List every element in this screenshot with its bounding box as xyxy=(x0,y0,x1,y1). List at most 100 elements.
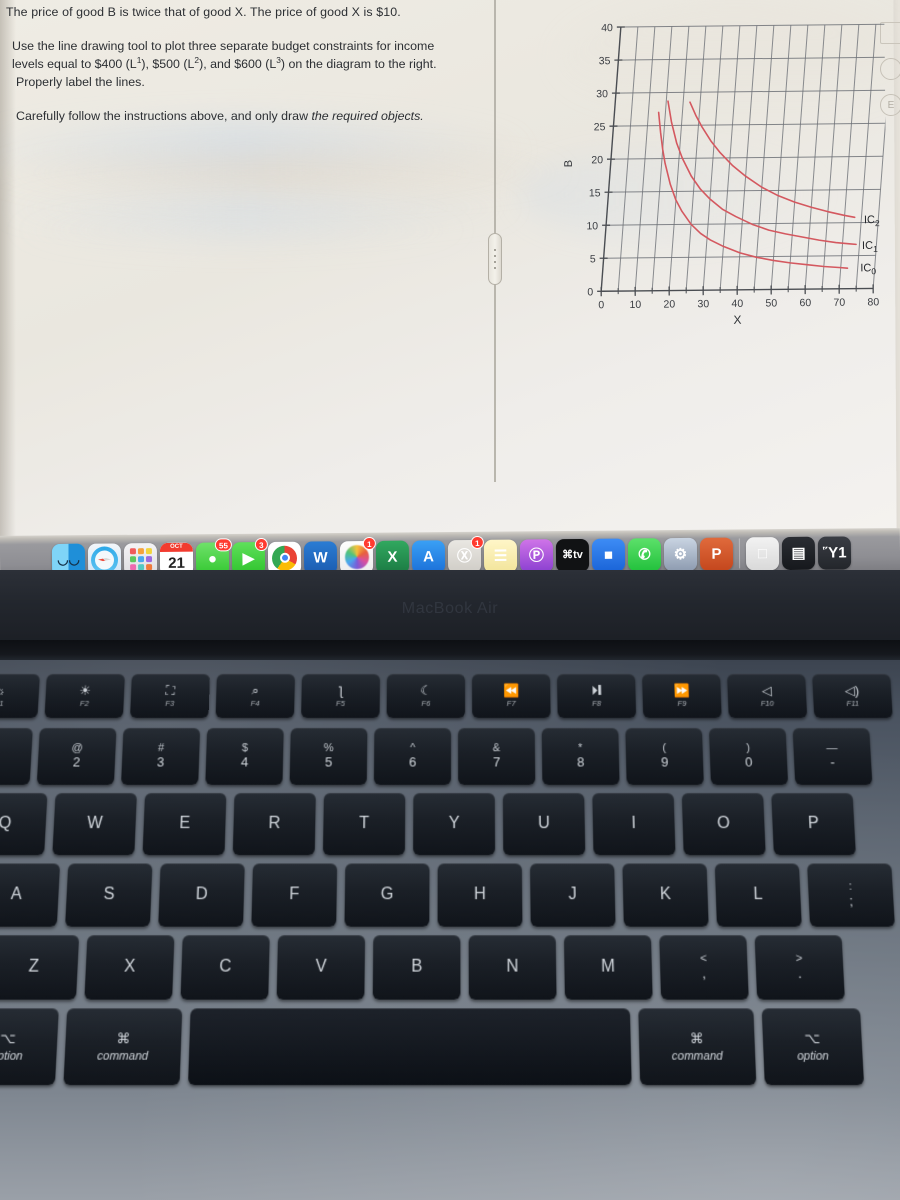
key-space[interactable] xyxy=(188,1008,632,1086)
keyboard-home-row[interactable]: A S D F G H J K L:; xyxy=(0,863,900,928)
key-option-left[interactable]: ⌥ option xyxy=(0,1008,59,1086)
key-f11-label: F11 xyxy=(846,698,860,708)
keyboard-bottom-letter-row[interactable]: Z X C V B N M <, >. xyxy=(0,935,900,1002)
svg-text:10: 10 xyxy=(586,220,598,232)
key-f[interactable]: F xyxy=(251,863,338,927)
key-4-shift-label: $ xyxy=(241,742,249,755)
key-o[interactable]: O xyxy=(681,793,766,856)
key-w[interactable]: W xyxy=(52,793,137,856)
key-c[interactable]: C xyxy=(180,935,270,1000)
key-command-left[interactable]: ⌘ command xyxy=(63,1008,183,1086)
key-f11[interactable]: ◁) F11 xyxy=(812,673,893,718)
svg-text:0: 0 xyxy=(587,286,593,298)
dock-item-powerpoint[interactable]: P xyxy=(699,536,734,577)
key-a[interactable]: A xyxy=(0,863,61,927)
dock-item-photos[interactable]: 1 xyxy=(339,536,376,574)
key-i[interactable]: I xyxy=(592,793,676,856)
key-2[interactable]: @2 xyxy=(36,728,117,785)
svg-text:25: 25 xyxy=(594,121,606,133)
key-command-right-label: command xyxy=(671,1049,723,1064)
key-0[interactable]: ) 0 xyxy=(708,728,789,785)
key-j[interactable]: J xyxy=(530,863,616,927)
key-f8-label: F8 xyxy=(592,698,602,708)
key-g[interactable]: G xyxy=(344,863,430,927)
closing-sentence-b: the required objects. xyxy=(311,108,424,123)
key-v[interactable]: V xyxy=(276,935,366,1000)
key-f9[interactable]: ⏩ F9 xyxy=(642,673,722,718)
key-w-label: W xyxy=(86,814,103,833)
key-l[interactable]: L xyxy=(714,863,802,927)
dock-item-xbox[interactable]: Ⓧ 1 xyxy=(447,535,484,573)
key-h[interactable]: H xyxy=(437,863,523,927)
key-4[interactable]: $4 xyxy=(205,728,284,785)
brightness-up-icon: ☀ xyxy=(78,682,92,698)
key-b[interactable]: B xyxy=(372,935,461,1000)
pane-divider-handle[interactable] xyxy=(488,233,502,285)
keyboard-qwerty-row[interactable]: Q W E R TYUIOP xyxy=(0,793,885,857)
key-6[interactable]: ^ 6 xyxy=(373,728,452,785)
key-r[interactable]: R xyxy=(232,793,316,856)
key-r-label: R xyxy=(268,814,281,833)
key-z[interactable]: Z xyxy=(0,935,80,1000)
key-f2[interactable]: ☀ F2 xyxy=(44,673,125,718)
key-f1[interactable]: ☼ F1 xyxy=(0,673,40,718)
key-f7[interactable]: ⏪ F7 xyxy=(472,673,551,718)
key-t[interactable]: T xyxy=(322,793,406,856)
dock-item-apple-tv[interactable]: ⌘tv xyxy=(555,538,590,572)
key-command-right[interactable]: ⌘ command xyxy=(638,1008,757,1086)
key-u[interactable]: U xyxy=(502,793,586,856)
key-d[interactable]: D xyxy=(158,863,245,927)
key-8[interactable]: * 8 xyxy=(541,728,620,785)
keyboard-modifier-row[interactable]: ⌥ option ⌘ command ⌘ command ⌥ option xyxy=(0,1008,900,1087)
dock-item-app-store[interactable]: A xyxy=(411,539,446,574)
key-7[interactable]: & 7 xyxy=(458,728,536,785)
dock-item-trash[interactable]: Ὕ1 xyxy=(817,535,852,570)
key-f5[interactable]: ƪ F5 xyxy=(301,673,380,718)
key-f4[interactable]: ⌕ F4 xyxy=(215,673,295,718)
key-minus[interactable]: — - xyxy=(792,728,873,785)
key-e[interactable]: E xyxy=(142,793,227,856)
key-semicolon[interactable]: :; xyxy=(807,863,895,927)
chart-svg: 0 5 10 15 20 25 30 35 40 0 10 20 30 40 50 60 70 80 X B IC2 IC… xyxy=(563,22,888,327)
key-x[interactable]: X xyxy=(84,935,175,1000)
key-command-left-label: command xyxy=(96,1049,149,1064)
dock-item-system-preferences[interactable]: ⚙ xyxy=(663,537,698,577)
key-s[interactable]: S xyxy=(65,863,153,927)
key-n-label: N xyxy=(506,957,519,976)
key-f8[interactable]: ⏵❙ F8 xyxy=(557,673,637,718)
key-z-label: Z xyxy=(28,957,40,976)
dock-item-notes[interactable]: ☰ xyxy=(483,539,518,578)
dock-item-minimized-window-1[interactable]: □ xyxy=(745,536,780,570)
keyboard-function-row[interactable]: ☼ F1 ☀ F2 ⛶ F3 ⌕ F4 ƪ F5 ☾ F6 ⏪ F7 ⏵❙ F8 ⏩ F9 ◁ F10 ◁) F11 xyxy=(0,673,893,720)
key-option-right[interactable]: ⌥ option xyxy=(761,1008,865,1086)
keyboard-number-row[interactable]: !1@2#3$4%5^6&7*8(9)0—- xyxy=(0,728,873,787)
key-f3[interactable]: ⛶ F3 xyxy=(130,673,210,718)
dock-item-minimized-window-2[interactable]: ▤ xyxy=(781,536,816,570)
key-6-shift-label: ^ xyxy=(409,742,416,755)
dock-item-whatsapp[interactable]: ✆ xyxy=(627,537,662,577)
keyboard[interactable]: ☼F1☀F2⛶F3⌕F4ƪF5☾F6⏪F7⏵❙F8⏩F9◁F10◁)F11 !1… xyxy=(0,672,900,1200)
key-period[interactable]: >. xyxy=(754,935,845,1000)
key-f6[interactable]: ☾ F6 xyxy=(386,673,466,718)
key-3[interactable]: #3 xyxy=(121,728,201,785)
dock-item-zoom[interactable]: ■ xyxy=(591,538,626,578)
dock-badge-messages: 55 xyxy=(214,537,232,551)
key-5[interactable]: % 5 xyxy=(289,728,368,785)
dock-badge-facetime: 3 xyxy=(254,537,268,551)
key-k[interactable]: K xyxy=(622,863,709,927)
key-f10[interactable]: ◁ F10 xyxy=(727,673,808,718)
dock-item-excel[interactable]: X xyxy=(375,540,410,578)
key-1[interactable]: !1 xyxy=(0,728,33,785)
svg-text:40: 40 xyxy=(731,298,743,310)
dock-item-podcasts[interactable]: Ⓟ xyxy=(519,538,554,573)
key-h-label: H xyxy=(473,885,486,904)
key-n[interactable]: N xyxy=(468,935,557,1000)
key-q[interactable]: Q xyxy=(0,793,48,856)
key-y[interactable]: Y xyxy=(413,793,496,856)
key-comma[interactable]: <, xyxy=(659,935,749,1000)
xbox-glyph: Ⓧ xyxy=(456,547,473,565)
key-2-shift-label: @ xyxy=(71,742,84,755)
key-p[interactable]: P xyxy=(771,793,856,856)
key-9[interactable]: (9 xyxy=(625,728,704,785)
key-m[interactable]: M xyxy=(563,935,653,1000)
